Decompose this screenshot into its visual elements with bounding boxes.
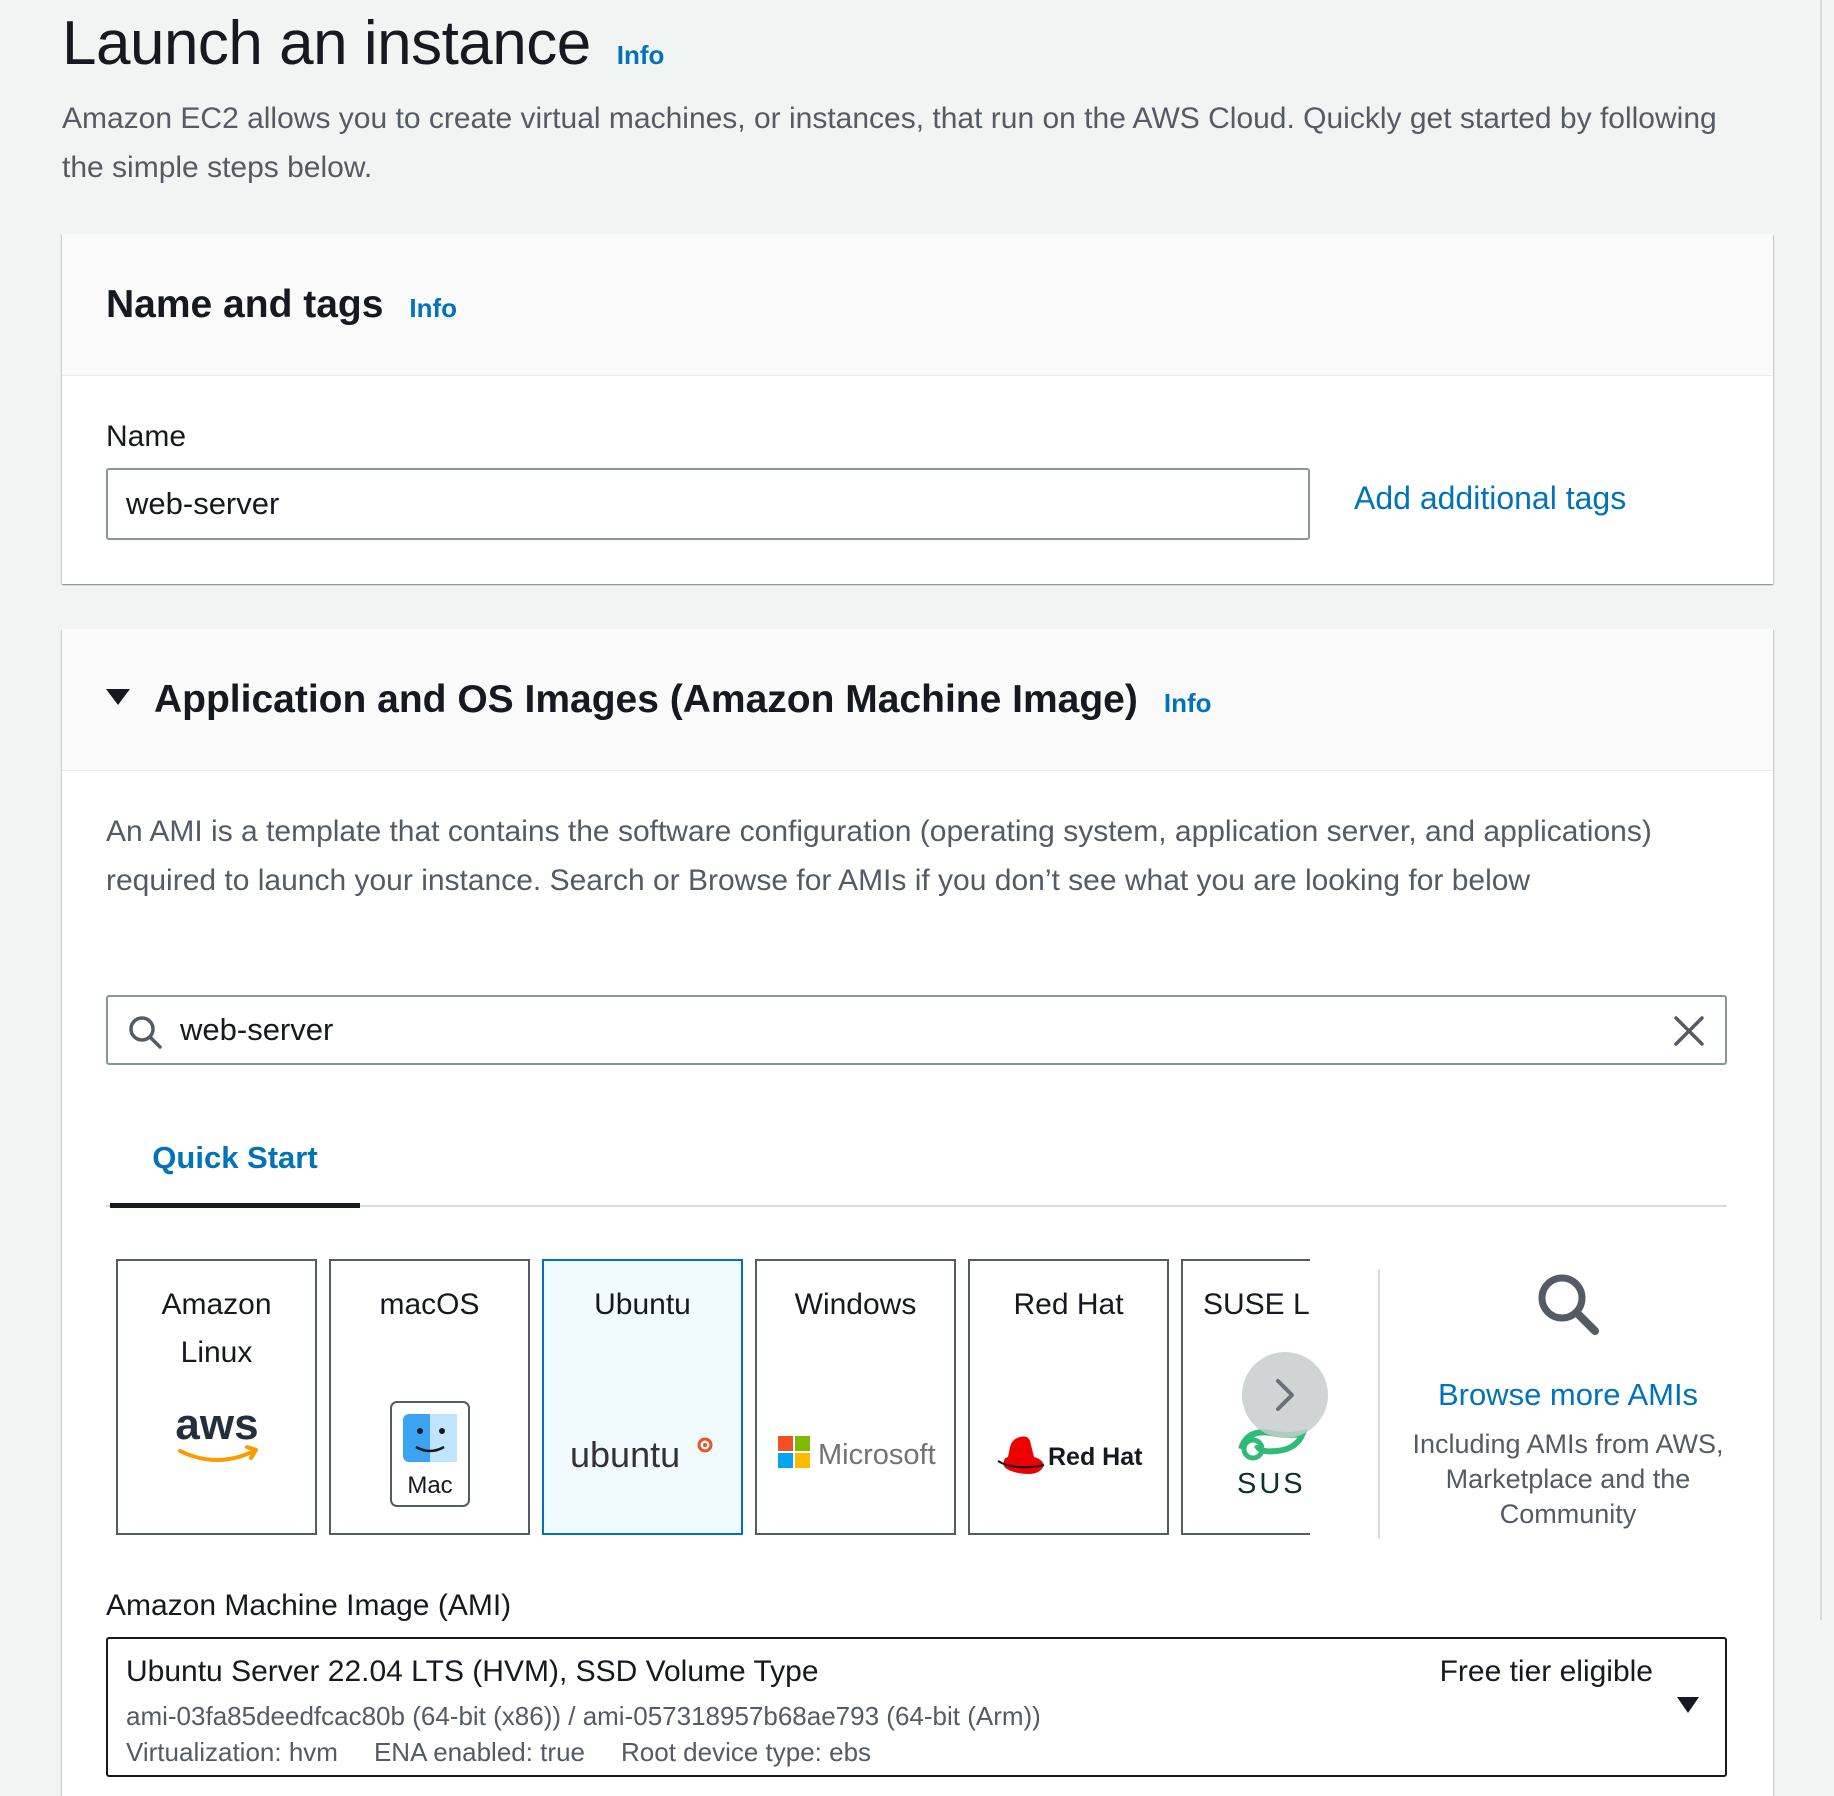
chevron-right-icon (1276, 1379, 1294, 1411)
search-icon (129, 1016, 162, 1049)
browse-more-amis-link[interactable]: Browse more AMIs (1386, 1377, 1750, 1413)
page-description: Amazon EC2 allows you to create virtual … (62, 102, 1717, 184)
ami-panel-header: Application and OS Images (Amazon Machin… (62, 629, 1773, 771)
os-tile-red-hat[interactable]: Red Hat Red Hat (968, 1259, 1169, 1535)
os-tile-ubuntu[interactable]: Ubuntu ubuntu (542, 1259, 743, 1535)
name-field-label: Name (106, 420, 187, 453)
suse-logo-text: SUS (1237, 1468, 1306, 1499)
os-tile-label: macOS (379, 1288, 480, 1321)
ami-info-link[interactable]: Info (1164, 688, 1212, 719)
search-icon[interactable] (1533, 1269, 1603, 1339)
ami-name: Ubuntu Server 22.04 LTS (HVM), SSD Volum… (126, 1655, 819, 1688)
clear-icon[interactable] (1671, 1013, 1707, 1049)
scrollbar-edge (1820, 0, 1822, 1620)
aws-logo-text: aws (175, 1401, 258, 1449)
ami-search-input[interactable] (180, 997, 1580, 1063)
os-tile-label: Windows (794, 1288, 917, 1321)
os-tile-label: SUSE Li (1203, 1288, 1310, 1321)
redhat-logo-text: Red Hat (1048, 1443, 1143, 1471)
ubuntu-logo-text: ubuntu (570, 1434, 680, 1475)
aws-logo-icon: aws (118, 1401, 315, 1471)
free-tier-badge: Free tier eligible (1439, 1655, 1653, 1688)
browse-more-amis-subtitle: Including AMIs from AWS, Marketplace and… (1412, 1429, 1724, 1529)
ami-panel-title: Application and OS Images (Amazon Machin… (154, 677, 1138, 721)
os-tile-label: Ubuntu (594, 1288, 691, 1321)
name-and-tags-title: Name and tags (106, 282, 384, 326)
ami-select-dropdown[interactable]: Ubuntu Server 22.04 LTS (HVM), SSD Volum… (106, 1637, 1727, 1777)
os-tiles-carousel: Amazon Linux aws macOS Mac Ubuntu ubuntu… (116, 1259, 1310, 1537)
mac-finder-icon: Mac (331, 1401, 528, 1507)
page-header: Launch an instance Info (62, 8, 664, 79)
os-tile-amazon-linux[interactable]: Amazon Linux aws (116, 1259, 317, 1535)
ami-root-device: Root device type: ebs (621, 1737, 872, 1767)
add-additional-tags-link[interactable]: Add additional tags (1354, 480, 1626, 517)
redhat-logo-icon: Red Hat (970, 1431, 1167, 1479)
ami-ena: ENA enabled: true (373, 1737, 585, 1767)
mac-logo-text: Mac (407, 1472, 452, 1499)
carousel-next-button[interactable] (1242, 1352, 1328, 1438)
active-tab-indicator (110, 1203, 360, 1208)
ami-description: An AMI is a template that contains the s… (106, 815, 1652, 897)
collapse-caret-icon[interactable] (106, 688, 130, 705)
microsoft-logo-icon: Microsoft (757, 1433, 954, 1473)
microsoft-logo-text: Microsoft (818, 1439, 936, 1471)
browse-more-amis: Browse more AMIs Including AMIs from AWS… (1386, 1269, 1750, 1532)
ami-tabs: Quick Start (106, 1109, 1727, 1208)
ami-search-box[interactable] (106, 995, 1727, 1065)
tiles-divider (1378, 1269, 1380, 1539)
ami-select-label: Amazon Machine Image (AMI) (106, 1589, 512, 1622)
name-and-tags-header: Name and tags Info (62, 234, 1773, 376)
os-tile-label: Red Hat (1013, 1288, 1124, 1321)
ami-meta: Virtualization: hvm ENA enabled: true Ro… (126, 1737, 871, 1768)
ami-panel: Application and OS Images (Amazon Machin… (62, 629, 1773, 1796)
page-info-link[interactable]: Info (617, 40, 665, 71)
name-and-tags-panel: Name and tags Info Name Add additional t… (62, 234, 1773, 584)
ubuntu-logo-icon: ubuntu (544, 1431, 741, 1481)
page-title: Launch an instance (62, 9, 591, 78)
os-tile-windows[interactable]: Windows Microsoft (755, 1259, 956, 1535)
launch-instance-page: Launch an instance Info Amazon EC2 allow… (0, 0, 1834, 1796)
name-and-tags-info-link[interactable]: Info (409, 293, 457, 324)
os-tile-macos[interactable]: macOS Mac (329, 1259, 530, 1535)
os-tile-label: Amazon Linux (161, 1288, 272, 1369)
ami-virtualization: Virtualization: hvm (126, 1737, 338, 1767)
caret-down-icon (1677, 1697, 1699, 1713)
ami-ids: ami-03fa85deedfcac80b (64-bit (x86)) / a… (126, 1701, 1041, 1731)
name-input[interactable] (106, 468, 1310, 540)
tab-quick-start[interactable]: Quick Start (110, 1109, 360, 1207)
